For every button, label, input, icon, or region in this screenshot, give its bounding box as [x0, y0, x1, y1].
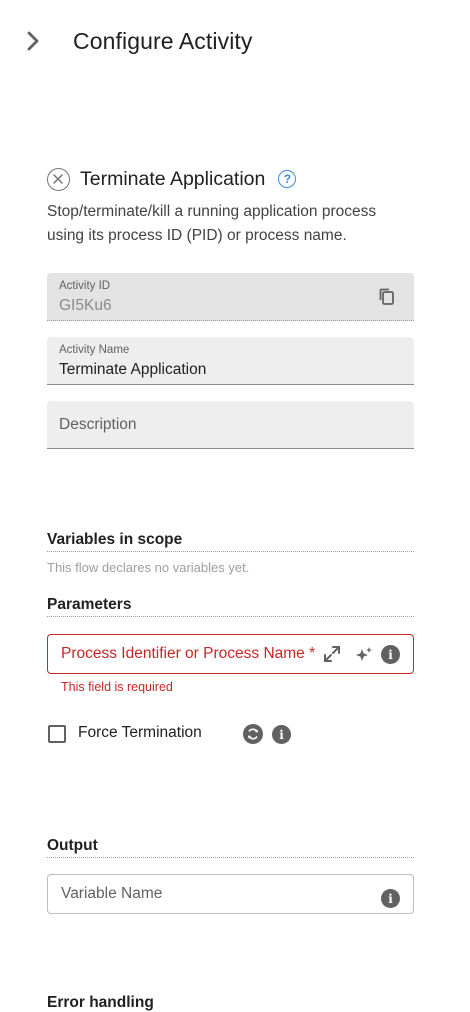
activity-name-label: Activity Name [59, 344, 130, 356]
chevron-right-icon[interactable] [22, 30, 44, 52]
variable-name-input[interactable]: Variable Name i [47, 874, 414, 914]
required-mark: * [309, 645, 316, 662]
refresh-icon[interactable] [243, 724, 263, 744]
sparkle-icon[interactable] [354, 645, 374, 665]
description-placeholder: Description [59, 416, 137, 433]
activity-header: Terminate Application ? [47, 166, 297, 192]
process-identifier-label: Process Identifier or Process Name * [61, 645, 315, 663]
output-heading: Output [47, 837, 414, 858]
expand-icon[interactable] [322, 644, 342, 664]
process-identifier-input[interactable]: Process Identifier or Process Name * i [47, 634, 414, 674]
parameters-heading: Parameters [47, 596, 414, 617]
error-handling-heading: Error handling [47, 994, 154, 1011]
activity-description: Stop/terminate/kill a running applicatio… [47, 203, 377, 244]
info-icon[interactable]: i [381, 889, 400, 908]
activity-name-value[interactable]: Terminate Application [59, 361, 206, 379]
activity-name-field[interactable]: Activity Name Terminate Application [47, 337, 414, 385]
header: Configure Activity [0, 0, 470, 84]
activity-id-field: Activity ID GI5Ku6 [47, 273, 414, 321]
page-title: Configure Activity [73, 28, 253, 54]
info-icon[interactable]: i [272, 725, 291, 744]
variables-hint: This flow declares no variables yet. [47, 560, 250, 575]
help-circle-icon[interactable]: ? [278, 170, 297, 188]
activity-id-label: Activity ID [59, 280, 111, 292]
variable-name-placeholder: Variable Name [61, 885, 163, 902]
variables-heading: Variables in scope [47, 531, 414, 552]
force-termination-checkbox[interactable] [48, 725, 66, 743]
activity-id-value: GI5Ku6 [59, 297, 112, 314]
process-identifier-error: This field is required [61, 680, 173, 694]
activity-title: Terminate Application [80, 167, 266, 190]
info-icon[interactable]: i [381, 645, 400, 664]
description-field[interactable]: Description [47, 401, 414, 449]
close-circle-icon[interactable] [47, 167, 70, 191]
process-identifier-label-text: Process Identifier or Process Name [61, 645, 305, 662]
copy-icon[interactable] [377, 287, 397, 307]
force-termination-label: Force Termination [78, 724, 202, 741]
